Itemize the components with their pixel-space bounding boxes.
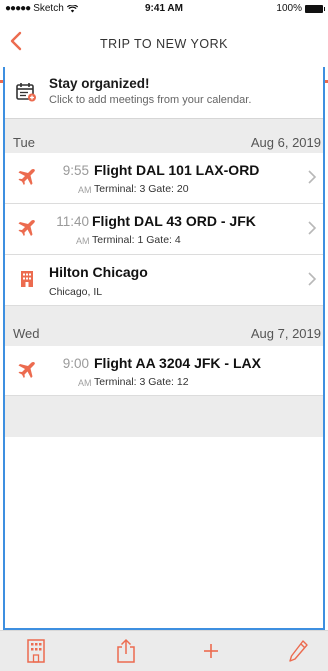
banner-title: Stay organized! [49,76,150,91]
share-icon[interactable] [114,638,138,664]
calendar-banner[interactable]: Stay organized! Click to add meetings fr… [5,67,323,119]
day-header: Wed Aug 7, 2019 [5,318,323,346]
item-title: Hilton Chicago [49,264,148,280]
itinerary-item-hotel[interactable]: Hilton Chicago Chicago, IL [5,255,323,306]
itinerary-item-flight[interactable]: 11:40 Flight DAL 43 ORD - JFK AM Termina… [5,204,323,255]
item-ampm: AM [76,236,90,246]
item-time: 9:55 [62,163,89,178]
day-date: Aug 7, 2019 [250,326,321,341]
status-bar: ●●●●● Sketch 9:41 AM 100% [0,0,328,18]
day-name: Tue [13,135,35,150]
day-name: Wed [13,326,40,341]
page-title: TRIP TO NEW YORK [100,37,228,51]
chevron-right-icon [308,170,317,184]
itinerary-item-flight[interactable]: 9:00 Flight AA 3204 JFK - LAX AM Termina… [5,346,323,396]
trip-itinerary[interactable]: Stay organized! Click to add meetings fr… [3,67,325,630]
calendar-icon [16,83,36,102]
hotel-icon [21,271,33,287]
battery-icon [305,4,325,13]
chevron-right-icon [308,272,317,286]
item-meta: Terminal: 3 Gate: 12 [94,376,189,388]
plus-icon[interactable] [199,638,223,664]
itinerary-item-flight[interactable]: 9:55 Flight DAL 101 LAX-ORD AM Terminal:… [5,153,323,204]
pencil-icon[interactable] [286,638,310,664]
battery-percent: 100% [276,3,302,14]
item-time: 11:40 [56,214,89,229]
airplane-icon [18,168,35,185]
day-date: Aug 6, 2019 [250,135,321,150]
item-title: Flight DAL 101 LAX-ORD [94,162,260,178]
item-ampm: AM [78,378,92,388]
day-header: Tue Aug 6, 2019 [5,127,323,155]
item-title: Flight AA 3204 JFK - LAX [94,355,261,371]
item-location: Chicago, IL [49,286,103,298]
banner-subtitle: Click to add meetings from your calendar… [49,94,252,106]
bottom-toolbar [0,630,328,671]
item-ampm: AM [78,185,92,195]
item-title: Flight DAL 43 ORD - JFK [92,213,256,229]
hotel-icon[interactable] [24,638,48,664]
status-right: 100% [276,3,325,14]
item-time: 9:00 [62,356,89,371]
nav-bar: TRIP TO NEW YORK [0,18,328,83]
airplane-icon [18,361,35,378]
empty-list-area [5,437,323,628]
airplane-icon [18,219,35,236]
item-meta: Terminal: 3 Gate: 20 [94,183,189,195]
item-meta: Terminal: 1 Gate: 4 [92,234,181,246]
chevron-right-icon [308,221,317,235]
